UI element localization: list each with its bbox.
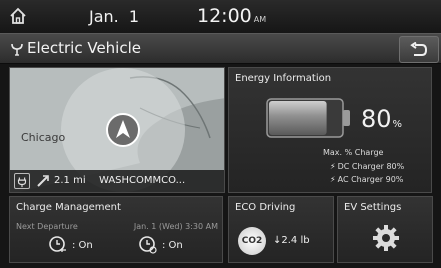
title-bar: Electric Vehicle — [0, 33, 441, 64]
map-destination: WASHCOMMCO... — [99, 175, 186, 186]
energy-information-tile[interactable]: Energy Information 80% Max. % Charge ⚡ DC… — [228, 67, 432, 193]
route-icon — [37, 175, 49, 187]
battery-percent-unit: % — [392, 119, 403, 130]
max-charge-label: Max. % Charge — [323, 148, 384, 157]
page-title: Electric Vehicle — [27, 39, 141, 57]
battery-icon — [266, 98, 350, 138]
charging-timer-value: : On — [72, 239, 93, 251]
map-distance: 2.1 mi — [54, 175, 86, 186]
gear-icon — [373, 225, 399, 251]
dc-charger-line: ⚡ DC Charger 80% — [330, 162, 404, 171]
ev-settings-tile[interactable]: EV Settings — [337, 196, 433, 263]
battery-percent-value: 80 — [361, 105, 392, 133]
battery-percentage: 80% — [361, 105, 402, 133]
eco-driving-tile[interactable]: ECO Driving CO2 ↓2.4 lb — [228, 196, 334, 263]
climate-timer-status: : On — [138, 235, 183, 255]
climate-timer-icon — [139, 236, 157, 254]
map-city-label: Chicago — [21, 131, 66, 144]
home-icon — [10, 7, 26, 24]
eco-driving-title: ECO Driving — [235, 202, 296, 213]
ev-settings-title: EV Settings — [344, 202, 402, 213]
map-plug-icon — [14, 173, 30, 189]
energy-information-title: Energy Information — [235, 73, 332, 84]
co2-icon: CO2 — [238, 227, 266, 255]
home-button[interactable] — [6, 4, 30, 28]
status-bar: Jan. 1 12:00 AM — [0, 0, 441, 33]
dc-charger-value: DC Charger 80% — [337, 162, 405, 171]
eco-saving-value: 2.4 lb — [281, 235, 310, 246]
charging-timer-status: : On — [48, 235, 93, 255]
bolt-icon: ⚡ — [330, 162, 336, 171]
clock-display: 12:00 AM — [197, 5, 266, 27]
back-button[interactable] — [399, 36, 439, 63]
battery-fill — [269, 101, 327, 135]
eco-driving-value: ↓2.4 lb — [273, 235, 310, 246]
bolt-icon: ⚡ — [330, 175, 336, 184]
map-info-bar: 2.1 mi WASHCOMMCO... — [10, 170, 224, 192]
charge-management-title: Charge Management — [16, 202, 121, 213]
time-value: 12:00 — [197, 5, 252, 27]
back-icon — [410, 41, 428, 56]
charge-management-tile[interactable]: Charge Management Next Departure Jan. 1 … — [9, 196, 223, 263]
charge-timer-icon — [49, 236, 66, 252]
ampm-indicator: AM — [253, 15, 267, 24]
ac-charger-line: ⚡ AC Charger 90% — [330, 175, 403, 184]
next-departure-label: Next Departure — [16, 222, 78, 231]
climate-timer-value: : On — [162, 239, 183, 251]
next-departure-value: Jan. 1 (Wed) 3:30 AM — [133, 222, 218, 231]
ev-plug-icon — [11, 43, 23, 56]
map-tile[interactable]: Chicago 2.1 mi WASHCOMMCO... — [9, 67, 225, 193]
date-display: Jan. 1 — [89, 7, 140, 26]
ac-charger-value: AC Charger 90% — [337, 175, 404, 184]
